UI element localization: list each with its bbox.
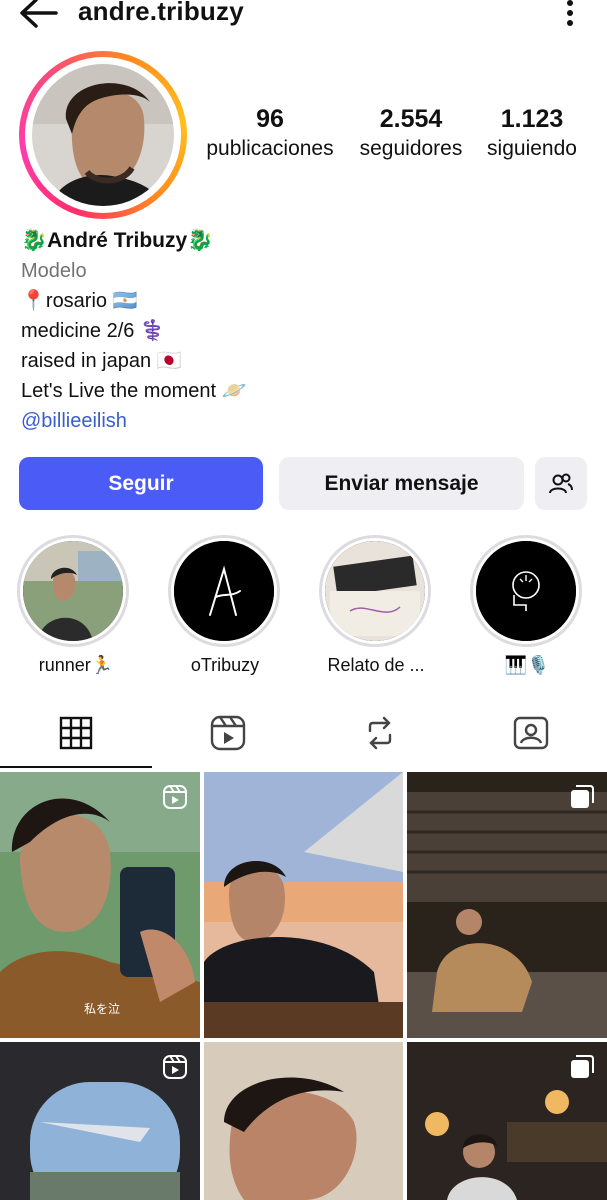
highlight-relato[interactable] (319, 535, 437, 647)
highlight-label: oTribuzy (190, 655, 260, 675)
bio-line: Let's Live the moment 🪐 (21, 380, 247, 402)
highlight-cover (174, 541, 274, 641)
avatar-photo (32, 64, 174, 206)
profile-username: andre.tribuzy (78, 0, 244, 26)
post-thumbnail[interactable] (407, 1042, 607, 1200)
highlight-music[interactable] (470, 535, 588, 647)
posts-label: publicaciones (206, 137, 334, 160)
tagged-icon[interactable] (511, 713, 551, 753)
following-count: 1.123 (500, 105, 564, 133)
followers-count: 2.554 (379, 105, 443, 133)
suggested-accounts-button[interactable] (535, 457, 587, 510)
following-stat[interactable]: 1.123 siguiendo (476, 104, 588, 164)
more-options-icon[interactable] (560, 0, 580, 28)
highlight-cover (23, 541, 123, 641)
bio-line: medicine 2/6 ⚕️ (21, 320, 165, 342)
reposts-icon[interactable] (360, 713, 400, 753)
active-tab-indicator (0, 766, 152, 768)
reels-icon[interactable] (208, 713, 248, 753)
highlight-label: runner🏃 (38, 655, 114, 675)
bio-mention-link[interactable]: @billieeilish (21, 407, 127, 435)
reel-icon (163, 785, 187, 809)
highlight-label: Relato de ... (327, 655, 425, 675)
reel-icon (163, 1055, 187, 1079)
post-thumbnail[interactable] (204, 772, 403, 1038)
highlight-runner[interactable] (17, 535, 135, 647)
posts-count: 96 (256, 105, 284, 133)
carousel-icon (571, 1055, 594, 1078)
bio-line: 📍rosario 🇦🇷 (21, 290, 138, 312)
profile-display-name: 🐉André Tribuzy🐉 (21, 229, 214, 252)
send-message-button[interactable]: Enviar mensaje (279, 457, 524, 510)
highlight-cover (476, 541, 576, 641)
followers-stat[interactable]: 2.554 seguidores (350, 104, 472, 164)
post-thumbnail[interactable]: 私を泣 (0, 772, 200, 1038)
highlight-cover (325, 541, 425, 641)
post-thumbnail[interactable] (407, 772, 607, 1038)
highlight-label: 🎹🎙️ (504, 655, 550, 675)
following-label: siguiendo (487, 137, 577, 160)
followers-label: seguidores (359, 137, 463, 160)
profile-header: andre.tribuzy (0, 0, 607, 30)
follow-button[interactable]: Seguir (19, 457, 263, 510)
carousel-icon (571, 785, 594, 808)
posts-stat[interactable]: 96 publicaciones (196, 104, 344, 164)
back-arrow-icon[interactable] (18, 0, 58, 30)
add-people-icon (549, 473, 573, 493)
highlight-otribuzy[interactable] (168, 535, 286, 647)
grid-icon[interactable] (56, 713, 96, 753)
post-thumbnail[interactable] (0, 1042, 200, 1200)
bio-line: raised in japan 🇯🇵 (21, 350, 182, 372)
profile-avatar[interactable] (19, 51, 187, 219)
profile-category: Modelo (21, 260, 87, 282)
video-caption: 私を泣 (84, 1002, 121, 1016)
post-thumbnail[interactable] (204, 1042, 403, 1200)
